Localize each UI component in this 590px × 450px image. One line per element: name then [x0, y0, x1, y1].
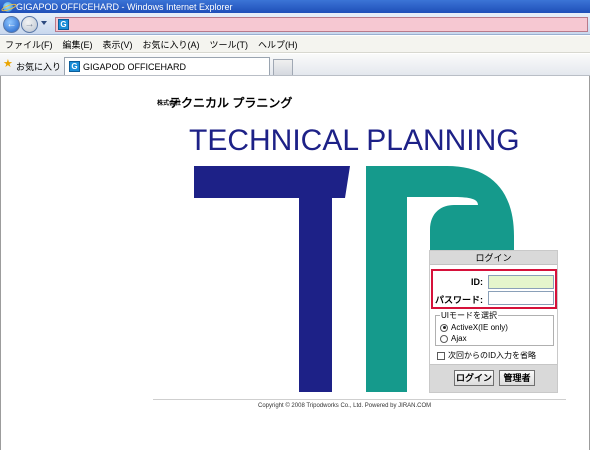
id-label: ID:: [471, 277, 483, 287]
mode-option-ajax-label: Ajax: [451, 334, 467, 343]
mode-option-ajax[interactable]: Ajax: [440, 334, 467, 343]
mode-option-activex[interactable]: ActiveX(IE only): [440, 323, 508, 332]
skip-id-option[interactable]: 次回からのID入力を省略: [437, 350, 536, 361]
mode-option-activex-label: ActiveX(IE only): [451, 323, 508, 332]
copyright-text: Copyright © 2008 Tripodworks Co., Ltd. P…: [258, 403, 432, 409]
skip-id-label: 次回からのID入力を省略: [448, 351, 536, 360]
brand-title: TECHNICAL PLANNING: [189, 124, 520, 157]
login-footer: ログイン 管理者: [430, 364, 557, 392]
radio-activex[interactable]: [440, 323, 448, 332]
login-button[interactable]: ログイン: [454, 370, 494, 386]
password-label: パスワード:: [435, 295, 483, 305]
credentials-box: ID: パスワード:: [431, 269, 557, 309]
admin-button[interactable]: 管理者: [499, 370, 535, 386]
footer-divider: [153, 399, 566, 400]
login-header: ログイン: [430, 251, 557, 265]
password-input[interactable]: [488, 291, 554, 305]
skip-id-checkbox[interactable]: [437, 351, 445, 360]
radio-ajax[interactable]: [440, 334, 448, 343]
logo-letter-t: [194, 166, 350, 392]
id-input[interactable]: [488, 275, 554, 289]
ui-mode-legend: UIモードを選択: [440, 310, 498, 321]
login-panel: ログイン ID: パスワード: UIモードを選択 ActiveX(IE only…: [429, 250, 558, 393]
ui-mode-group: UIモードを選択 ActiveX(IE only) Ajax: [435, 310, 554, 346]
